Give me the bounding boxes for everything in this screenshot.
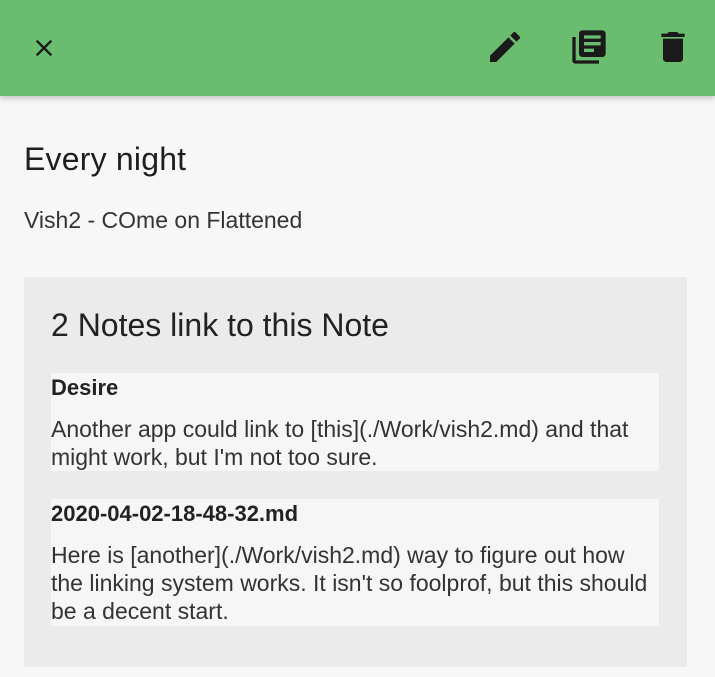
close-icon — [35, 39, 53, 57]
library-button[interactable] — [565, 23, 613, 71]
backlinks-heading: 2 Notes link to this Note — [51, 307, 389, 343]
note-content: Every night Vish2 - COme on Flattened 2 … — [0, 96, 715, 677]
note-title: Every night — [24, 141, 187, 177]
backlink-excerpt: Here is [another](./Work/vish2.md) way t… — [51, 542, 648, 624]
pencil-icon — [490, 31, 521, 62]
backlink-excerpt: Another app could link to [this](./Work/… — [51, 416, 629, 470]
backlink-title: Desire — [51, 375, 119, 400]
note-body: Vish2 - COme on Flattened — [24, 207, 303, 233]
library-books-icon — [572, 30, 606, 64]
close-button[interactable] — [20, 24, 68, 72]
edit-button[interactable] — [481, 23, 529, 71]
backlink-card[interactable]: Desire Another app could link to [this](… — [51, 373, 659, 471]
trash-icon — [661, 32, 685, 62]
app-bar — [0, 0, 715, 96]
backlink-title: 2020-04-02-18-48-32.md — [51, 501, 299, 526]
backlink-card[interactable]: 2020-04-02-18-48-32.md Here is [another]… — [51, 499, 659, 626]
delete-button[interactable] — [649, 23, 697, 71]
backlinks-panel: 2 Notes link to this Note Desire Another… — [24, 277, 687, 667]
